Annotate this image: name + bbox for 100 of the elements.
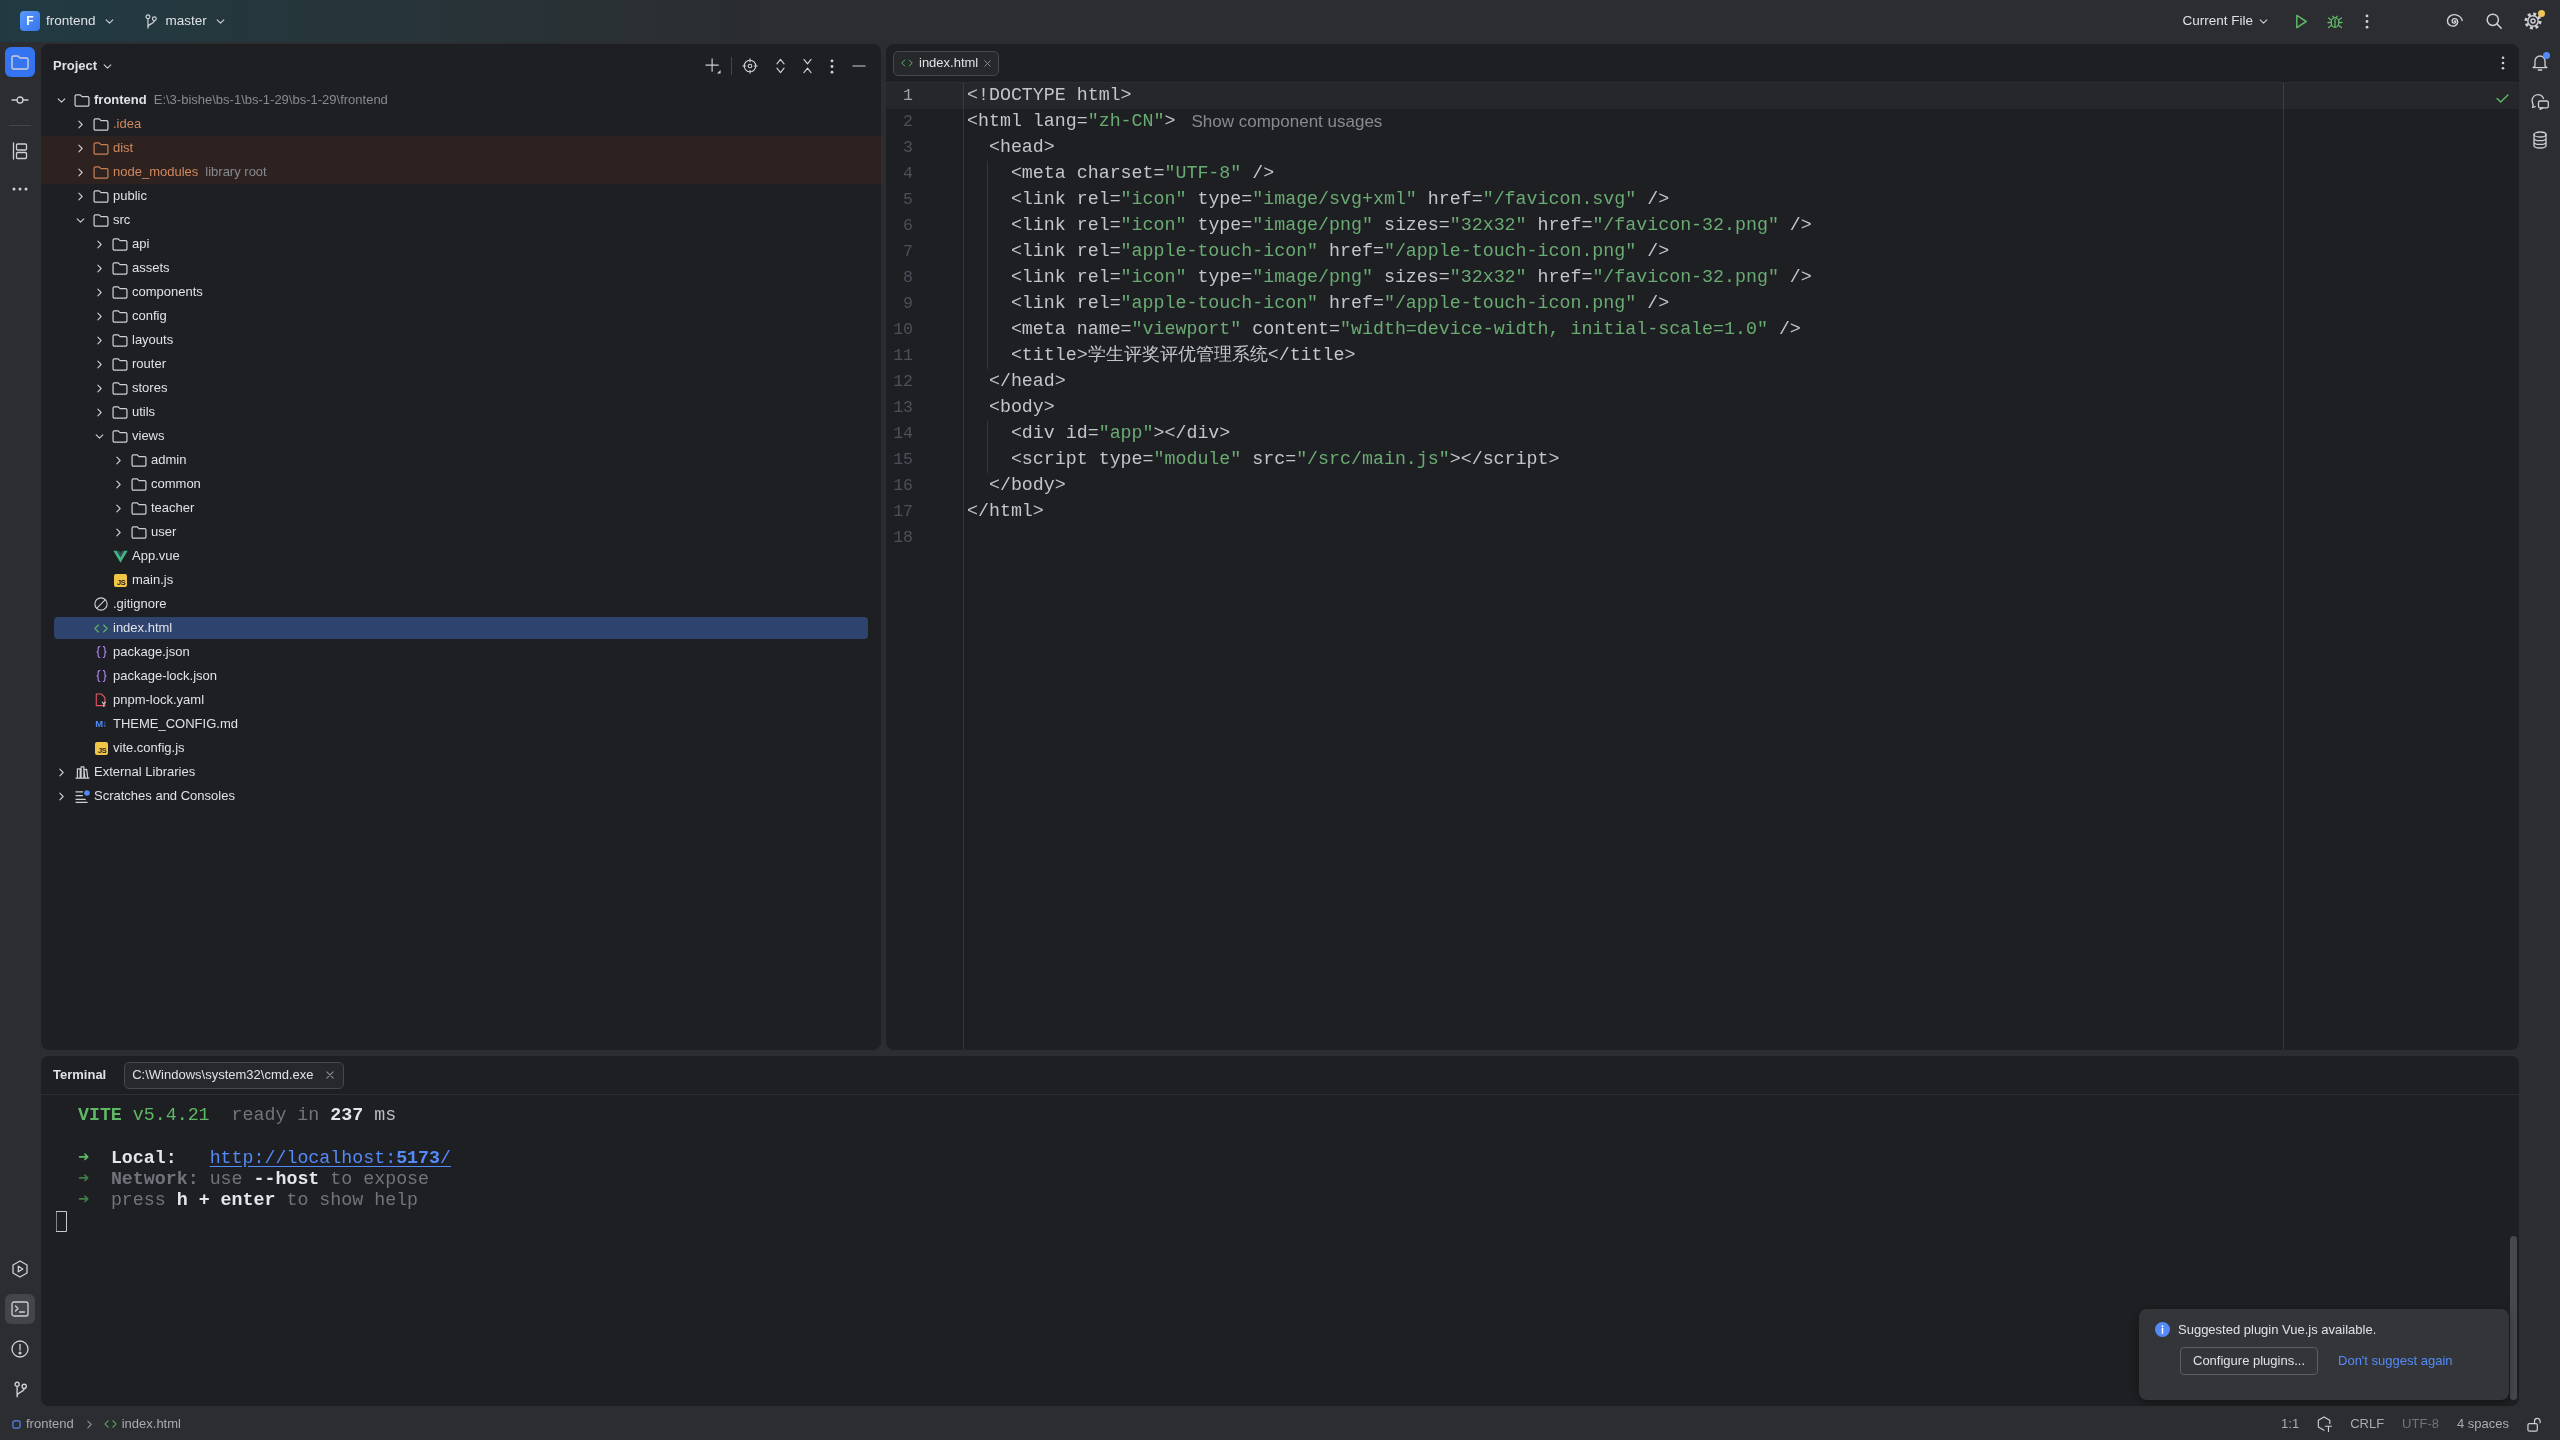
tree-item[interactable]: assets — [132, 260, 170, 276]
chevron-right-icon[interactable] — [96, 407, 102, 417]
scrollbar-thumb[interactable] — [2510, 1236, 2517, 1400]
settings-icon[interactable] — [2524, 12, 2542, 30]
tree-item[interactable]: components — [132, 284, 203, 300]
markdown-file-icon: M↓ — [95, 719, 107, 729]
add-icon[interactable] — [705, 58, 721, 74]
tree-item[interactable]: .gitignore — [113, 596, 167, 612]
code-line: <div id="app"></div> — [1010, 423, 1231, 445]
chevron-down-icon[interactable] — [75, 217, 85, 223]
code-line: <link rel="icon" type="image/png" sizes="32x32" href="/favicon-32.png" /> — [1010, 267, 1812, 289]
chevron-right-icon[interactable] — [96, 311, 102, 321]
tree-item[interactable]: views — [132, 428, 165, 444]
tree-item[interactable]: admin — [151, 452, 187, 468]
tree-item[interactable]: stores — [132, 380, 168, 396]
code-vision-hint[interactable]: Show component usages — [1191, 111, 1383, 133]
tree-item[interactable]: src — [113, 212, 131, 228]
chevron-right-icon[interactable] — [96, 383, 102, 393]
spiral-icon[interactable] — [2445, 13, 2463, 29]
run-configuration-selector[interactable]: Current File — [2182, 14, 2268, 28]
search-icon[interactable] — [2486, 13, 2502, 29]
notification-message: Suggested plugin Vue.js available. — [2178, 1322, 2377, 1338]
project-switcher[interactable]: F frontend — [20, 11, 114, 31]
terminal-tab[interactable]: C:\Windows\system32\cmd.exe — [124, 1061, 344, 1089]
chevron-right-icon[interactable] — [115, 455, 121, 465]
tree-item[interactable]: pnpm-lock.yaml — [113, 692, 205, 708]
folder-icon — [131, 477, 147, 491]
editor-tab[interactable]: index.html — [893, 50, 1000, 76]
line-separator-widget[interactable]: CRLF — [2350, 1416, 2385, 1432]
structure-icon — [12, 142, 28, 160]
chevron-right-icon[interactable] — [96, 287, 102, 297]
close-icon[interactable] — [325, 1071, 334, 1079]
chevron-right-icon[interactable] — [115, 503, 121, 513]
chevron-right-icon[interactable] — [77, 167, 83, 177]
chevron-down-icon[interactable] — [56, 97, 66, 103]
folder-icon — [112, 309, 128, 323]
tree-item[interactable]: Scratches and Consoles — [94, 788, 235, 804]
chevron-right-icon[interactable] — [96, 359, 102, 369]
tree-item[interactable]: main.js — [132, 572, 174, 588]
indent-widget[interactable]: 4 spaces — [2456, 1416, 2509, 1432]
bug-icon[interactable] — [2327, 13, 2343, 29]
terminal-text: v5.4.21 — [132, 1105, 210, 1127]
terminal-text: to show help — [286, 1190, 419, 1212]
chevron-right-icon[interactable] — [96, 335, 102, 345]
tree-item[interactable]: node_modules library root — [41, 160, 881, 184]
breadcrumb[interactable]: frontend — [12, 1416, 74, 1432]
tree-item[interactable]: frontend — [94, 92, 147, 108]
tree-item[interactable]: utils — [132, 404, 156, 420]
chevron-down-icon[interactable] — [94, 433, 104, 439]
tree-item[interactable]: api — [132, 236, 150, 252]
tree-item[interactable]: public — [113, 188, 147, 204]
caret-position[interactable]: 1:1 — [2281, 1416, 2300, 1432]
chevron-right-icon[interactable] — [77, 143, 83, 153]
tree-item[interactable]: THEME_CONFIG.md — [113, 716, 238, 732]
chevron-right-icon[interactable] — [96, 239, 102, 249]
expand-all-icon[interactable] — [776, 58, 785, 74]
run-icon[interactable] — [2295, 13, 2308, 29]
configure-button[interactable]: Configure plugins... — [2180, 1346, 2318, 1375]
chevron-right-icon[interactable] — [58, 767, 64, 777]
tree-item[interactable]: config — [132, 308, 167, 324]
tree-item[interactable]: package.json — [113, 644, 190, 660]
terminal-link[interactable]: http://localhost:5173/ — [209, 1147, 451, 1169]
tree-item[interactable]: router — [132, 356, 166, 372]
hexagon-icon[interactable] — [2317, 1416, 2333, 1432]
project-tool-button[interactable] — [5, 47, 35, 77]
dismiss-link[interactable]: Don't suggest again — [2338, 1352, 2453, 1369]
tree-item[interactable]: common — [151, 476, 201, 492]
tree-item[interactable]: teacher — [151, 500, 195, 516]
code-line: <meta name="viewport" content="width=device-width, initial-scale=1.0" /> — [1010, 319, 1801, 341]
chevron-right-icon[interactable] — [115, 527, 121, 537]
more-icon[interactable] — [2365, 13, 2369, 29]
tree-item[interactable]: App.vue — [132, 548, 180, 564]
chevron-right-icon[interactable] — [77, 119, 83, 129]
more-icon[interactable] — [2501, 56, 2505, 70]
tree-item[interactable]: External Libraries — [94, 764, 196, 780]
breadcrumb[interactable]: index.html — [103, 1416, 181, 1432]
tree-item[interactable]: .idea — [113, 116, 142, 132]
tree-item[interactable]: package-lock.json — [113, 668, 218, 684]
tree-item[interactable]: index.html — [54, 617, 868, 639]
tree-item[interactable]: dist — [41, 136, 881, 160]
chevron-right-icon[interactable] — [96, 263, 102, 273]
collapse-all-icon[interactable] — [803, 58, 812, 74]
folder-icon — [112, 261, 128, 275]
folder-icon — [11, 54, 29, 70]
locate-icon[interactable] — [742, 58, 758, 74]
tree-item[interactable]: vite.config.js — [113, 740, 185, 756]
tree-item[interactable]: layouts — [132, 332, 174, 348]
chevron-right-icon[interactable] — [58, 791, 64, 801]
code-line: <script type="module" src="/src/main.js"></script> — [1010, 449, 1560, 471]
close-icon[interactable] — [984, 59, 992, 67]
tree-item[interactable]: user — [151, 524, 177, 540]
unlocked-icon[interactable] — [2527, 1416, 2542, 1432]
chevron-right-icon[interactable] — [115, 479, 121, 489]
branch-selector[interactable]: master — [144, 13, 225, 29]
folder-icon — [93, 141, 109, 155]
terminal-tool-button[interactable] — [5, 1294, 35, 1324]
scratches-icon — [74, 789, 90, 803]
more-icon[interactable] — [830, 58, 834, 74]
view-mode-selector[interactable]: Project — [53, 58, 113, 74]
chevron-right-icon[interactable] — [77, 191, 83, 201]
